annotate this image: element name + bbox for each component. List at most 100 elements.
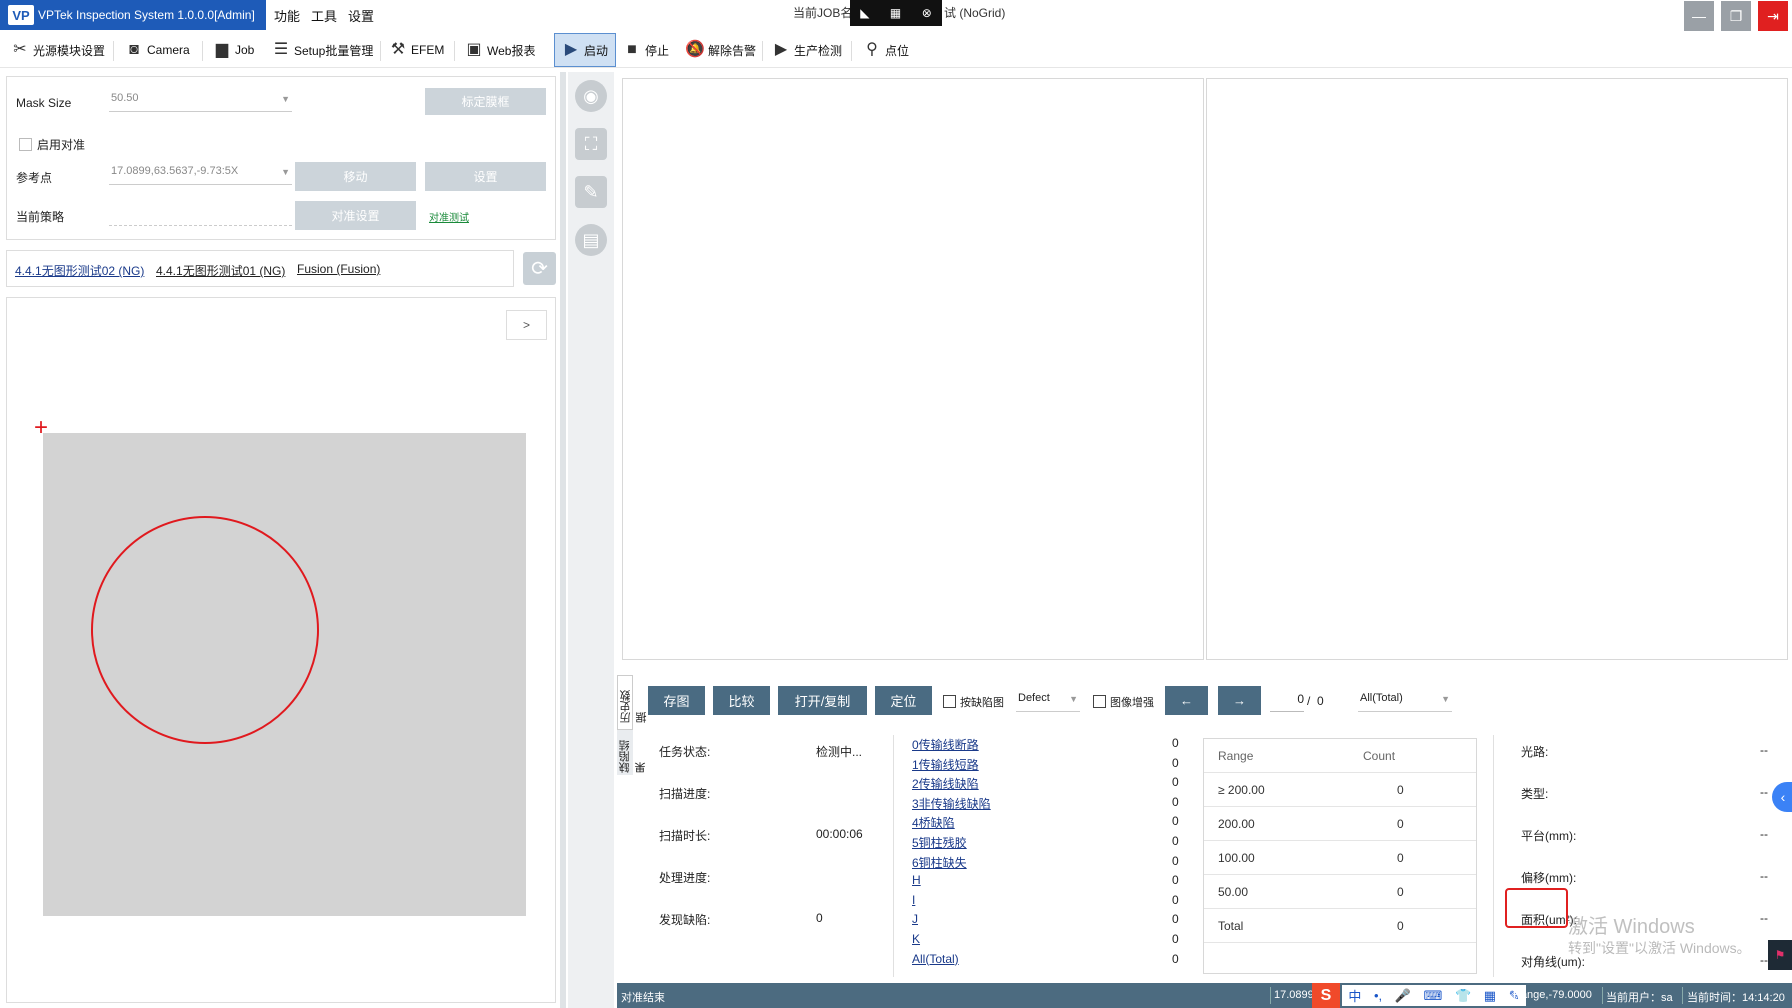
- strategy-field[interactable]: [109, 224, 292, 226]
- menu-tools[interactable]: 工具: [311, 6, 337, 25]
- skin-icon[interactable]: 👕: [1455, 988, 1471, 1004]
- play-icon: ▶: [564, 41, 578, 58]
- defect-type-link[interactable]: H: [912, 873, 921, 887]
- align-test-link[interactable]: 对准测试: [429, 209, 469, 224]
- stop-button[interactable]: ■ 停止: [622, 33, 669, 67]
- ime-mode-button[interactable]: 中: [1348, 986, 1361, 1005]
- enable-align-checkbox[interactable]: [19, 138, 32, 151]
- filter-select[interactable]: All(Total) ▼: [1358, 692, 1452, 712]
- count-cell: 0: [1349, 806, 1476, 841]
- recipe-link-bar: 4.4.1无图形测试02 (NG) 4.4.1无图形测试01 (NG) Fusi…: [6, 250, 514, 287]
- disconnect-icon[interactable]: ⊗: [922, 6, 932, 20]
- recipe-link-fusion[interactable]: Fusion (Fusion): [297, 262, 380, 276]
- recipe-link-02[interactable]: 4.4.1无图形测试02 (NG): [15, 262, 144, 279]
- mask-size-label: Mask Size: [16, 96, 72, 110]
- mask-size-select[interactable]: 50.50 ▼: [109, 92, 292, 112]
- move-button[interactable]: 移动: [295, 162, 416, 191]
- start-button[interactable]: ▶ 启动: [554, 33, 616, 67]
- app-logo-icon: VP: [8, 5, 34, 25]
- detail-value: --: [1760, 785, 1768, 799]
- locate-button[interactable]: 定位: [875, 686, 932, 715]
- menu-settings[interactable]: 设置: [348, 6, 374, 25]
- calibrate-frame-button[interactable]: 标定膜框: [425, 88, 546, 115]
- set-button[interactable]: 设置: [425, 162, 546, 191]
- chevron-down-icon: ▼: [281, 94, 290, 104]
- ref-point-select[interactable]: 17.0899,63.5637,-9.73:5X ▼: [109, 165, 292, 185]
- table-row[interactable]: ≥ 200.00 0: [1204, 772, 1476, 807]
- job-button[interactable]: ▆ Job: [212, 33, 255, 67]
- restore-button[interactable]: ❐: [1721, 1, 1751, 31]
- capture-button[interactable]: ◉: [575, 80, 607, 112]
- job-name-label: 当前JOB名: [793, 6, 853, 20]
- image-view-right[interactable]: [1206, 78, 1788, 660]
- by-defect-checkbox[interactable]: [943, 695, 956, 708]
- compare-button[interactable]: 比较: [713, 686, 770, 715]
- defect-type-link[interactable]: All(Total): [912, 952, 959, 966]
- table-row[interactable]: 50.00 0: [1204, 874, 1476, 909]
- microphone-icon[interactable]: 🎤: [1395, 988, 1411, 1004]
- image-fit-button[interactable]: ⛶: [575, 128, 607, 160]
- keyboard-icon[interactable]: ⌨: [1424, 988, 1443, 1004]
- pin-icon[interactable]: ◣: [860, 6, 869, 20]
- tab-defect-results[interactable]: 缺陷结果: [617, 730, 647, 775]
- open-copy-button[interactable]: 打开/复制: [778, 686, 867, 715]
- prev-button[interactable]: ←: [1165, 686, 1208, 715]
- defect-type-link[interactable]: J: [912, 912, 918, 926]
- next-button[interactable]: →: [1218, 686, 1261, 715]
- defect-type-link[interactable]: 6铜柱缺失: [912, 854, 967, 871]
- table-row[interactable]: Total 0: [1204, 908, 1476, 943]
- side-tabs: 缺陷结果 历史数据: [617, 675, 648, 775]
- ime-logo-icon[interactable]: S: [1312, 983, 1340, 1008]
- report-button[interactable]: ▤: [575, 224, 607, 256]
- keyboard-icon[interactable]: ▦: [890, 6, 901, 20]
- expand-button[interactable]: >: [506, 310, 547, 340]
- defect-type-link[interactable]: 1传输线短路: [912, 756, 979, 773]
- defect-type-link[interactable]: 3非传输线缺陷: [912, 795, 991, 812]
- align-settings-button[interactable]: 对准设置: [295, 201, 416, 230]
- camera-button[interactable]: ◙ Camera: [124, 33, 190, 67]
- defect-type-link[interactable]: I: [912, 893, 915, 907]
- tray-app-icon[interactable]: ⚑: [1768, 940, 1792, 970]
- refresh-sync-button[interactable]: ⟳: [523, 252, 556, 285]
- defect-type-link[interactable]: 2传输线缺陷: [912, 775, 979, 792]
- wafer-map-area[interactable]: [43, 433, 526, 916]
- defect-type-link[interactable]: 0传输线断路: [912, 736, 979, 753]
- table-row[interactable]: 200.00 0: [1204, 806, 1476, 841]
- defect-type-link[interactable]: 4桥缺陷: [912, 814, 955, 831]
- punctuation-icon[interactable]: •,: [1374, 988, 1382, 1003]
- save-image-button[interactable]: 存图: [648, 686, 705, 715]
- count-header: Count: [1349, 739, 1476, 773]
- light-module-settings-button[interactable]: ✂ 光源模块设置: [10, 33, 105, 67]
- setup-batch-button[interactable]: ☰ Setup批量管理: [271, 33, 374, 67]
- web-report-button[interactable]: ▣ Web报表: [464, 33, 535, 67]
- menu-function[interactable]: 功能: [274, 6, 300, 25]
- defect-select[interactable]: Defect ▼: [1016, 692, 1080, 712]
- camera-icon: ◉: [583, 85, 599, 106]
- alignment-settings-panel: Mask Size 50.50 ▼ 标定膜框 启用对准 参考点 17.0899,6…: [6, 76, 556, 240]
- defect-type-link[interactable]: 5铜柱残胶: [912, 834, 967, 851]
- measure-button[interactable]: ✎: [575, 176, 607, 208]
- recipe-link-01[interactable]: 4.4.1无图形测试01 (NG): [156, 262, 285, 279]
- production-inspect-button[interactable]: ▶ 生产检测: [771, 33, 842, 67]
- minimize-button[interactable]: —: [1684, 1, 1714, 31]
- status-time: 当前时间：14:14:20: [1687, 992, 1785, 1004]
- defects-found-label: 发现缺陷:: [659, 913, 711, 927]
- toolbar-separator: [454, 41, 455, 61]
- tab-history[interactable]: 历史数据: [617, 675, 648, 730]
- enhance-checkbox[interactable]: [1093, 695, 1106, 708]
- defect-type-count: 0: [1172, 932, 1179, 946]
- clear-alarm-button[interactable]: 🔕 解除告警: [685, 33, 756, 67]
- collapse-panel-button[interactable]: ‹: [1772, 782, 1792, 812]
- bell-off-icon: 🔕: [685, 41, 705, 58]
- chevron-left-icon: ‹: [1780, 789, 1786, 805]
- position-button[interactable]: ⚲ 点位: [862, 33, 909, 67]
- splitter-left[interactable]: [560, 72, 566, 1008]
- image-view-left[interactable]: [622, 78, 1204, 660]
- page-current-input[interactable]: 0: [1270, 692, 1304, 712]
- efem-button[interactable]: ⚒ EFEM: [388, 33, 445, 67]
- defect-type-link[interactable]: K: [912, 932, 920, 946]
- ruler-icon: ✎: [583, 181, 599, 202]
- exit-button[interactable]: ⇥: [1758, 1, 1788, 31]
- table-row[interactable]: 100.00 0: [1204, 840, 1476, 875]
- apps-icon[interactable]: ▦: [1484, 988, 1496, 1004]
